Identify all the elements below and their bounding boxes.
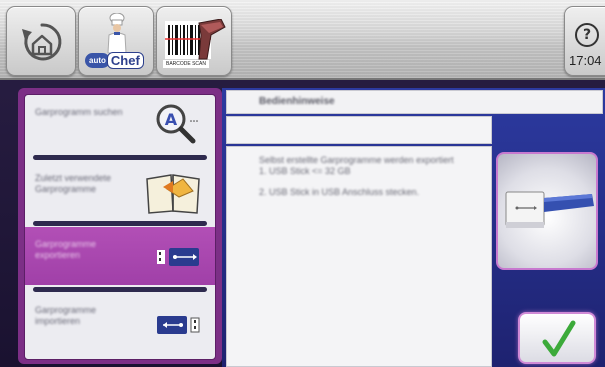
help-icon: ? [575, 23, 599, 47]
help-button[interactable]: ? 17:04 [564, 6, 605, 76]
home-back-icon [22, 23, 62, 61]
barcode-caption: BARCODE SCAN [163, 60, 209, 68]
usb-preview-image [496, 152, 598, 270]
menu-item-label: Garprogramme importieren [35, 305, 97, 326]
checkmark-icon [542, 320, 576, 357]
barcode-scan-button[interactable]: BARCODE SCAN [156, 6, 232, 76]
menu-item-label: Garprogramm suchen [35, 107, 123, 117]
hint-paragraph: Selbst erstellte Garprogramme werden exp… [259, 155, 454, 176]
usb-export-icon [157, 248, 199, 266]
program-menu: Garprogramm suchen A Zuletzt verwendete … [18, 88, 222, 364]
hint-subheader [226, 116, 492, 144]
menu-divider [33, 155, 207, 160]
menu-item-label: Zuletzt verwendete Garprogramme [35, 173, 112, 194]
menu-item-label: Garprogramme exportieren [35, 239, 97, 260]
hint-paragraph: 2. USB Stick in USB Anschluss stecken. [259, 187, 420, 197]
clock: 17:04 [569, 53, 602, 68]
menu-item-search[interactable]: Garprogramm suchen A [25, 95, 215, 157]
menu-item-export[interactable]: Garprogramme exportieren [25, 227, 215, 285]
menu-item-recent[interactable]: Zuletzt verwendete Garprogramme [25, 161, 215, 223]
home-button[interactable] [6, 6, 76, 76]
screen: auto Chef BARCODE SCAN ? 17:04 Garprogra… [0, 0, 605, 367]
hint-text: Selbst erstellte Garprogramme werden exp… [259, 155, 479, 208]
autochef-logo-chef: Chef [106, 52, 144, 69]
usb-stick-icon [505, 191, 594, 228]
search-icon: A [156, 104, 198, 144]
barcode-scanner-icon [165, 19, 226, 60]
content-area: Bedienhinweise Selbst erstellte Garprogr… [222, 88, 605, 367]
menu-item-import[interactable]: Garprogramme importieren [25, 293, 215, 355]
hint-header: Bedienhinweise [226, 90, 603, 114]
hint-title: Bedienhinweise [259, 96, 335, 107]
book-icon [146, 174, 200, 214]
svg-text:A: A [165, 110, 178, 129]
autochef-button[interactable]: auto Chef [78, 6, 154, 76]
program-menu-panel: Garprogramm suchen A Zuletzt verwendete … [24, 94, 216, 360]
top-bar: auto Chef BARCODE SCAN ? 17:04 [0, 0, 605, 80]
menu-divider [33, 287, 207, 292]
hint-body: Selbst erstellte Garprogramme werden exp… [226, 146, 492, 367]
menu-divider [33, 221, 207, 226]
confirm-button[interactable] [518, 312, 596, 364]
chef-figure-icon [107, 13, 127, 53]
autochef-logo: auto Chef [85, 51, 149, 70]
usb-import-icon [157, 316, 200, 334]
